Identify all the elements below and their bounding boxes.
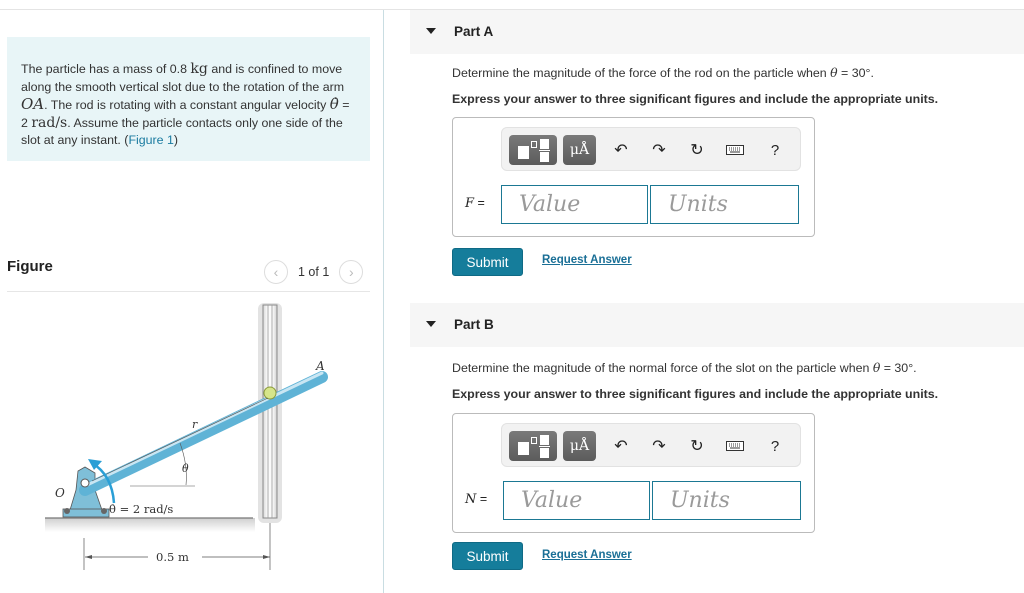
chevron-left-icon: ‹ xyxy=(273,264,279,280)
part-a-answer-box: μÅ ↶ ↷ ↻ ? F = xyxy=(452,117,815,237)
part-b-answer-box: μÅ ↶ ↷ ↻ ? N = xyxy=(452,413,815,533)
mechanism-figure: A O r θ θ̇ = 2 rad/s 0.5 m xyxy=(45,303,328,570)
rod-arm xyxy=(79,371,328,496)
help-icon[interactable]: ? xyxy=(764,434,786,458)
problem-text: The particle has a mass of 0.8 xyxy=(21,62,191,76)
particle xyxy=(263,386,277,400)
label-r: r xyxy=(192,418,198,431)
rod-highlight xyxy=(83,371,324,488)
bolt-left xyxy=(64,508,70,514)
part-b-instruction: Express your answer to three significant… xyxy=(452,387,939,401)
part-b-label: Part B xyxy=(454,317,494,332)
chevron-right-icon: › xyxy=(348,264,354,280)
theta-dot: θ̇ xyxy=(329,95,339,114)
template-icon xyxy=(518,146,529,159)
part-a-header[interactable]: Part A xyxy=(410,10,1024,54)
dim-arrow-left xyxy=(85,555,92,559)
variable-label: N = xyxy=(465,492,487,507)
variable-symbol: F xyxy=(465,196,475,211)
problem-text: ) xyxy=(173,133,179,148)
templates-button[interactable] xyxy=(509,135,557,165)
template-icon xyxy=(518,442,529,455)
pager-text: 1 of 1 xyxy=(298,265,330,279)
panel-divider xyxy=(383,10,384,593)
question-text: = 30°. xyxy=(837,66,874,80)
redo-icon[interactable]: ↷ xyxy=(648,434,670,458)
collapse-triangle-icon xyxy=(426,28,436,34)
dim-arrow-right xyxy=(263,555,270,559)
templates-button[interactable] xyxy=(509,431,557,461)
figure-pager: ‹ 1 of 1 › xyxy=(264,260,364,284)
undo-icon[interactable]: ↶ xyxy=(610,138,632,162)
part-a-label: Part A xyxy=(454,24,494,39)
question-text: = 30°. xyxy=(880,361,917,375)
pivot-pin xyxy=(80,478,90,488)
variable-symbol: N xyxy=(465,492,477,507)
units-button[interactable]: μÅ xyxy=(563,431,596,461)
unit-rad: rad/s xyxy=(31,114,68,131)
figure-title: Figure xyxy=(7,258,53,275)
problem-text: . Assume the particle contacts only one … xyxy=(21,115,343,148)
unit-kg: kg xyxy=(190,61,208,77)
label-distance: 0.5 m xyxy=(156,550,189,564)
redo-icon[interactable]: ↷ xyxy=(648,138,670,162)
arm-label: OA xyxy=(21,95,45,114)
next-figure-button[interactable]: › xyxy=(339,260,364,284)
part-a-question: Determine the magnitude of the force of … xyxy=(452,65,874,80)
keyboard-icon[interactable] xyxy=(724,138,746,162)
slot-frame xyxy=(262,304,278,519)
question-text: Determine the magnitude of the normal fo… xyxy=(452,361,873,375)
variable-label: F = xyxy=(465,196,485,211)
units-input[interactable] xyxy=(650,185,799,224)
label-theta: θ xyxy=(182,462,189,475)
help-icon[interactable]: ? xyxy=(764,138,786,162)
reset-icon[interactable]: ↻ xyxy=(686,434,708,458)
ground-shadow xyxy=(45,518,255,532)
reset-icon[interactable]: ↻ xyxy=(686,138,708,162)
bolt-right xyxy=(101,508,107,514)
part-a-submit-button[interactable]: Submit xyxy=(452,248,523,276)
equals-sign: = xyxy=(474,196,485,210)
value-input[interactable] xyxy=(503,481,650,520)
units-input[interactable] xyxy=(652,481,801,520)
collapse-triangle-icon xyxy=(426,321,436,327)
question-text: Determine the magnitude of the force of … xyxy=(452,66,831,80)
equals-sign: = xyxy=(476,492,488,506)
part-b-request-answer-link[interactable]: Request Answer xyxy=(542,549,632,561)
r-dimension xyxy=(91,397,269,482)
part-b-header[interactable]: Part B xyxy=(410,303,1024,347)
part-a-request-answer-link[interactable]: Request Answer xyxy=(542,254,632,266)
label-A: A xyxy=(315,359,325,373)
keyboard-icon[interactable] xyxy=(724,434,746,458)
units-button[interactable]: μÅ xyxy=(563,135,596,165)
value-input[interactable] xyxy=(501,185,648,224)
figure-link[interactable]: Figure 1 xyxy=(128,133,173,147)
problem-statement: The particle has a mass of 0.8 kg and is… xyxy=(7,37,370,161)
part-a-instruction: Express your answer to three significant… xyxy=(452,92,939,106)
figure-divider xyxy=(7,291,370,292)
undo-icon[interactable]: ↶ xyxy=(610,434,632,458)
label-omega: θ̇ = 2 rad/s xyxy=(109,502,173,516)
part-b-question: Determine the magnitude of the normal fo… xyxy=(452,360,917,375)
math-toolbar: μÅ ↶ ↷ ↻ ? xyxy=(501,423,801,467)
theta-symbol: θ xyxy=(830,65,838,80)
part-b-submit-button[interactable]: Submit xyxy=(452,542,523,570)
problem-text: . The rod is rotating with a constant an… xyxy=(44,98,330,113)
prev-figure-button[interactable]: ‹ xyxy=(264,260,288,284)
label-O: O xyxy=(55,486,65,500)
math-toolbar: μÅ ↶ ↷ ↻ ? xyxy=(501,127,801,171)
